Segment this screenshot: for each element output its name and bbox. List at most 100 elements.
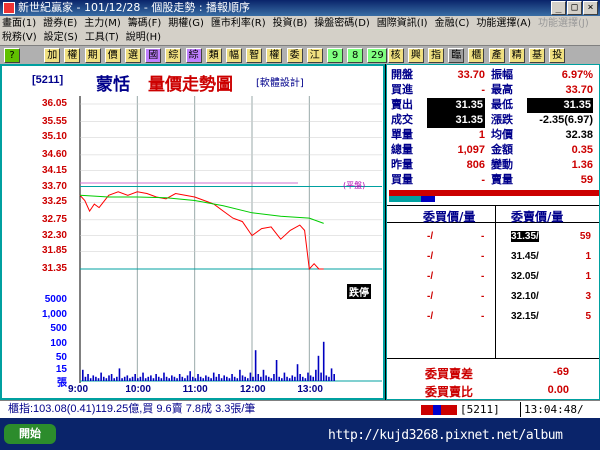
quote-label: 開盤 (391, 69, 413, 81)
volume-bar (100, 372, 102, 381)
menu-item[interactable]: 期權(G) (168, 17, 204, 31)
toolbar-button[interactable]: 期 (84, 48, 101, 63)
menu-item[interactable]: 匯市利率(R) (211, 17, 266, 31)
toolbar-button[interactable]: 選 (125, 48, 141, 63)
volume-bar (194, 378, 197, 381)
toolbar-button[interactable]: 核 (387, 48, 404, 63)
toolbar-button[interactable]: 權 (266, 48, 283, 63)
menu-item[interactable]: 證券(E) (43, 17, 77, 31)
volume-bar (265, 375, 267, 381)
close-button[interactable]: × (583, 1, 598, 15)
toolbar-button[interactable]: 指 (428, 48, 444, 63)
start-button[interactable]: 開始 (4, 424, 56, 444)
toolbar-button[interactable]: 價 (104, 48, 121, 63)
volume-bar (207, 376, 210, 381)
volume-bar (315, 369, 317, 381)
menu-item[interactable]: 功能選擇(A) (476, 17, 531, 31)
volume-bar (144, 378, 147, 381)
status-code: [5211] (460, 403, 500, 416)
menu-item[interactable]: 設定(S) (44, 31, 78, 45)
bid-volume: - (481, 311, 485, 322)
toolbar-button[interactable]: 櫃 (468, 48, 485, 63)
volume-bar (147, 376, 150, 381)
ask-price: 31.35/ (511, 231, 539, 242)
toolbar-button[interactable]: 加 (44, 48, 61, 63)
quote-label: 賣量 (491, 174, 513, 186)
price-volume-chart[interactable] (2, 66, 383, 398)
volume-bar (231, 374, 233, 381)
toolbar-button[interactable]: 綜 (185, 48, 202, 63)
quote-label: 總量 (391, 144, 413, 156)
menu-item[interactable]: 畫面(1) (2, 17, 36, 31)
volume-bar (176, 378, 178, 381)
toolbar-button[interactable]: 29 (367, 48, 388, 63)
volume-bar (157, 376, 160, 381)
toolbar-button[interactable]: 臨 (448, 48, 465, 63)
quote-value: 1,097 (457, 144, 485, 156)
volume-bar (215, 376, 218, 381)
maximize-button[interactable]: □ (567, 1, 582, 15)
menu-item[interactable]: 投資(B) (273, 17, 308, 31)
menu-item[interactable]: 功能選擇(J) (538, 17, 589, 31)
volume-bar (121, 378, 123, 381)
quote-value: 6.97% (561, 69, 593, 81)
toolbar-button[interactable]: 8 (347, 48, 364, 63)
ask-volume: 1 (585, 251, 591, 262)
menu-item[interactable]: 稅務(V) (2, 31, 37, 45)
toolbar-button[interactable]: 智 (246, 48, 263, 63)
toolbar-button[interactable]: 精 (508, 48, 525, 63)
volume-bar (89, 378, 92, 381)
toolbar-button[interactable]: 國 (145, 48, 162, 63)
toolbar-button[interactable]: 江 (306, 48, 323, 63)
menu-item[interactable]: 主力(M) (84, 17, 120, 31)
volume-bar (181, 376, 184, 381)
volume-bar (218, 374, 220, 381)
quote-label: 金額 (491, 144, 513, 156)
volume-bar (173, 376, 176, 381)
volume-bar (307, 372, 309, 381)
volume-bar (294, 376, 296, 381)
toolbar-button[interactable]: 權 (64, 48, 81, 63)
bid-volume: - (481, 291, 485, 302)
app-window: 新世紀贏家 - 101/12/28 - 個股走勢 : 播報順序 _ □ × 畫面… (0, 0, 600, 450)
menu-item[interactable]: 操盤密碼(D) (314, 17, 370, 31)
toolbar-button[interactable]: 9 (327, 48, 343, 63)
toolbar-button[interactable]: 委 (286, 48, 303, 63)
volume-bar (249, 372, 252, 381)
volume-bar (241, 375, 244, 381)
minimize-button[interactable]: _ (551, 1, 566, 15)
toolbar-button[interactable]: 綜 (165, 48, 182, 63)
toolbar-button[interactable]: 投 (549, 48, 566, 63)
volume-bar (160, 378, 163, 381)
volume-bar (291, 375, 294, 381)
chart-panel: [5211] 蒙恬 量價走勢圖 [軟體設計] 36.05 35.55 35.10 34… (0, 64, 385, 400)
toolbar-button[interactable]: 類 (205, 48, 222, 63)
quote-label: 買進 (391, 84, 413, 96)
menu-item[interactable]: 國際資訊(I) (377, 17, 428, 31)
ask-price: 31.45/ (511, 251, 539, 262)
toolbar: ? 加權期價選國綜綜類幅智權委江 9 8 29 核興指臨櫃產精基投 (0, 46, 600, 64)
volume-bar (275, 360, 278, 381)
volume-bar (278, 376, 280, 381)
volume-bar (92, 375, 95, 381)
menu-item[interactable]: 籌碼(F) (128, 17, 162, 31)
toolbar-button[interactable]: 產 (488, 48, 505, 63)
volume-bar (322, 341, 325, 381)
price-line (79, 191, 324, 271)
volume-bar (87, 374, 89, 381)
menu-item[interactable]: 工具(T) (85, 31, 119, 45)
toolbar-button[interactable]: ? (4, 48, 20, 63)
status-bar: 櫃指:103.08(0.41)119.25億,買 9.6賣 7.8成 3.3張/… (0, 400, 600, 418)
toolbar-button[interactable]: 幅 (226, 48, 242, 63)
toolbar-button[interactable]: 興 (407, 48, 424, 63)
quote-label: 成交 (391, 114, 413, 126)
quote-value: 31.35 (527, 98, 593, 113)
volume-bar (129, 378, 131, 381)
volume-bar (246, 378, 249, 381)
toolbar-button[interactable]: 基 (529, 48, 545, 63)
volume-bar (267, 376, 270, 381)
volume-bar (210, 378, 212, 381)
bid-volume: - (481, 271, 485, 282)
menu-item[interactable]: 說明(H) (126, 31, 161, 45)
menu-item[interactable]: 金融(C) (435, 17, 470, 31)
